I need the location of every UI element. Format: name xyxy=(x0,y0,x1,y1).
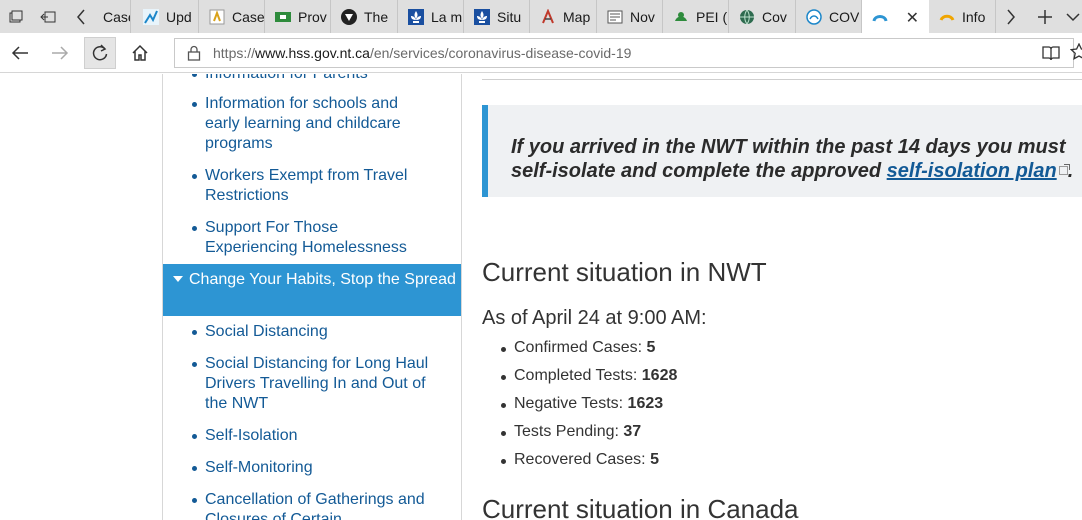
case-icon xyxy=(209,9,225,25)
back-arrow-icon[interactable] xyxy=(4,37,36,69)
divider xyxy=(482,79,1082,80)
stat-item: Confirmed Cases: 5 xyxy=(500,339,656,356)
address-toolbar: https://www.hss.gov.nt.ca/en/services/co… xyxy=(0,33,1082,73)
tab-actions-icon[interactable] xyxy=(0,0,32,33)
scroll-tabs-left-icon[interactable] xyxy=(66,0,96,33)
stat-item: Completed Tests: 1628 xyxy=(500,367,678,384)
flag-icon xyxy=(275,9,291,25)
stat-item: Tests Pending: 37 xyxy=(500,423,642,440)
sun-icon xyxy=(939,9,955,25)
fleur-de-lis-icon xyxy=(408,8,424,25)
shield-icon xyxy=(341,8,357,25)
map-icon xyxy=(540,8,556,25)
sidebar-link[interactable]: Self-Isolation xyxy=(192,426,435,446)
main-content: If you arrived in the NWT within the pas… xyxy=(462,74,1082,520)
nwt-icon xyxy=(872,9,888,25)
browser-tab[interactable]: COV xyxy=(796,0,862,33)
sidebar-link[interactable]: Information for Parents xyxy=(192,74,435,84)
browser-tab[interactable]: Prov xyxy=(265,0,331,33)
url-text[interactable]: https://www.hss.gov.nt.ca/en/services/co… xyxy=(213,45,631,61)
home-icon[interactable] xyxy=(124,37,156,69)
heading-canada: Current situation in Canada xyxy=(482,494,799,520)
sidebar-section-active[interactable]: Change Your Habits, Stop the Spread xyxy=(163,264,461,316)
sidebar-link[interactable]: Social Distancing for Long Haul Drivers … xyxy=(192,354,435,414)
browser-tab[interactable]: Situ xyxy=(464,0,530,33)
favorite-star-icon[interactable] xyxy=(1069,42,1082,66)
browser-tab[interactable]: Case xyxy=(199,0,265,33)
close-tab-icon[interactable]: ✕ xyxy=(906,8,919,28)
browser-tab[interactable]: Cov xyxy=(729,0,796,33)
browser-tab[interactable]: PEI ( xyxy=(663,0,729,33)
sidebar-link[interactable]: Social Distancing xyxy=(192,322,435,342)
tab-strip: Case Upd Case Prov The La m Situ Map Nov… xyxy=(0,0,1082,33)
sidebar-link[interactable]: Cancellation of Gatherings and Closures … xyxy=(192,490,435,520)
as-of-date: As of April 24 at 9:00 AM: xyxy=(482,307,707,329)
set-tabs-aside-icon[interactable] xyxy=(32,0,64,33)
self-isolation-plan-link[interactable]: self-isolation plan xyxy=(887,160,1057,182)
reading-view-icon[interactable] xyxy=(1042,45,1060,66)
browser-tab-active[interactable]: ✕ xyxy=(862,0,929,33)
lock-icon xyxy=(187,45,201,66)
refresh-icon[interactable] xyxy=(84,37,116,69)
fleur-de-lis-icon xyxy=(474,8,490,25)
browser-tab[interactable]: Case xyxy=(96,0,131,33)
browser-tab[interactable]: Info xyxy=(929,0,996,33)
sidebar-nav: Information for Parents Information for … xyxy=(162,74,462,520)
external-link-icon xyxy=(1058,164,1070,175)
caret-down-icon xyxy=(173,276,183,282)
alert-text: If you arrived in the NWT within the pas… xyxy=(511,136,1074,182)
news-icon xyxy=(607,9,623,25)
sidebar-link[interactable]: Information for schools and early learni… xyxy=(192,94,435,154)
heading-nwt: Current situation in NWT xyxy=(482,257,767,287)
scroll-tabs-right-icon[interactable] xyxy=(996,0,1026,33)
stat-item: Recovered Cases: 5 xyxy=(501,451,659,468)
sidebar-link[interactable]: Support For Those Experiencing Homelessn… xyxy=(192,218,435,258)
sidebar-link[interactable]: Self-Monitoring xyxy=(192,458,435,478)
browser-tab[interactable]: Map xyxy=(530,0,597,33)
sidebar-link[interactable]: Workers Exempt from Travel Restrictions xyxy=(192,166,435,206)
browser-tab[interactable]: Upd xyxy=(133,0,199,33)
tab-list-icon[interactable] xyxy=(1064,0,1082,33)
new-tab-icon[interactable] xyxy=(1030,0,1060,33)
address-bar[interactable]: https://www.hss.gov.nt.ca/en/services/co… xyxy=(174,38,1082,68)
globe-icon xyxy=(739,9,755,25)
chart-icon xyxy=(143,8,159,25)
covid-icon xyxy=(806,8,822,25)
browser-tab[interactable]: La m xyxy=(398,0,464,33)
browser-tab[interactable]: Nov xyxy=(597,0,663,33)
forward-arrow-icon[interactable] xyxy=(44,37,76,69)
stat-item: Negative Tests: 1623 xyxy=(500,395,664,412)
sidebar-section-label: Change Your Habits, Stop the Spread xyxy=(189,271,456,288)
browser-tab[interactable]: The xyxy=(331,0,398,33)
self-isolation-alert: If you arrived in the NWT within the pas… xyxy=(482,105,1082,197)
pei-icon xyxy=(673,9,689,25)
